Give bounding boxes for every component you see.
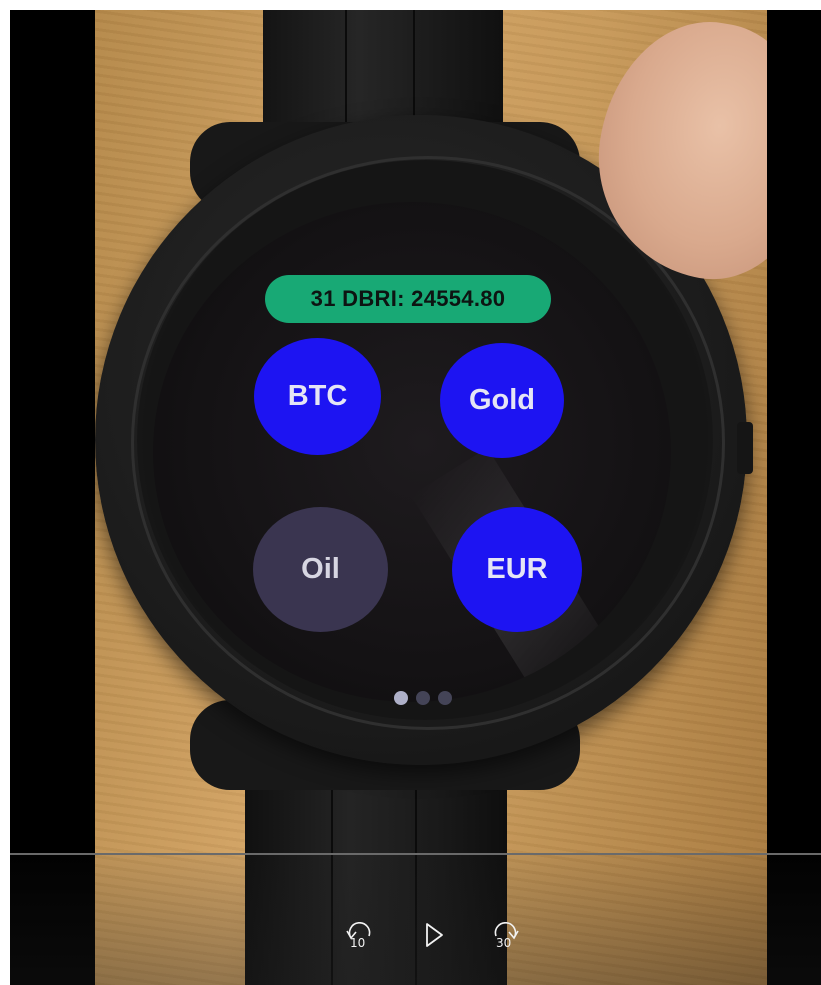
- play-button[interactable]: [420, 920, 448, 950]
- rewind-seconds-label: 10: [350, 936, 366, 950]
- video-frame: [95, 10, 767, 985]
- page-dot-active: [394, 691, 408, 705]
- forward-30-button[interactable]: 30: [485, 910, 525, 956]
- page-dot: [438, 691, 452, 705]
- gold-button-label: Gold: [468, 384, 536, 416]
- ticker-pill: 31 DBRI: 24554.80: [265, 275, 551, 323]
- btc-button-label: BTC: [287, 380, 348, 412]
- player-controls-overlay: [10, 853, 821, 985]
- ticker-text: 31 DBRI: 24554.80: [310, 286, 506, 311]
- seek-bar[interactable]: [10, 853, 821, 855]
- eur-button[interactable]: EUR: [452, 507, 582, 632]
- page-indicator: [394, 691, 452, 705]
- btc-button[interactable]: BTC: [254, 338, 381, 455]
- video-player[interactable]: 31 DBRI: 24554.80 BTC Gold Oil EUR 10 30: [10, 10, 821, 985]
- rewind-10-button[interactable]: 10: [340, 910, 380, 956]
- eur-button-label: EUR: [486, 553, 548, 585]
- play-icon: [424, 922, 444, 948]
- oil-button[interactable]: Oil: [253, 507, 388, 632]
- page-dot: [416, 691, 430, 705]
- watch-side-button: [737, 422, 753, 474]
- oil-button-label: Oil: [301, 553, 340, 585]
- gold-button[interactable]: Gold: [440, 343, 564, 458]
- forward-seconds-label: 30: [496, 936, 512, 950]
